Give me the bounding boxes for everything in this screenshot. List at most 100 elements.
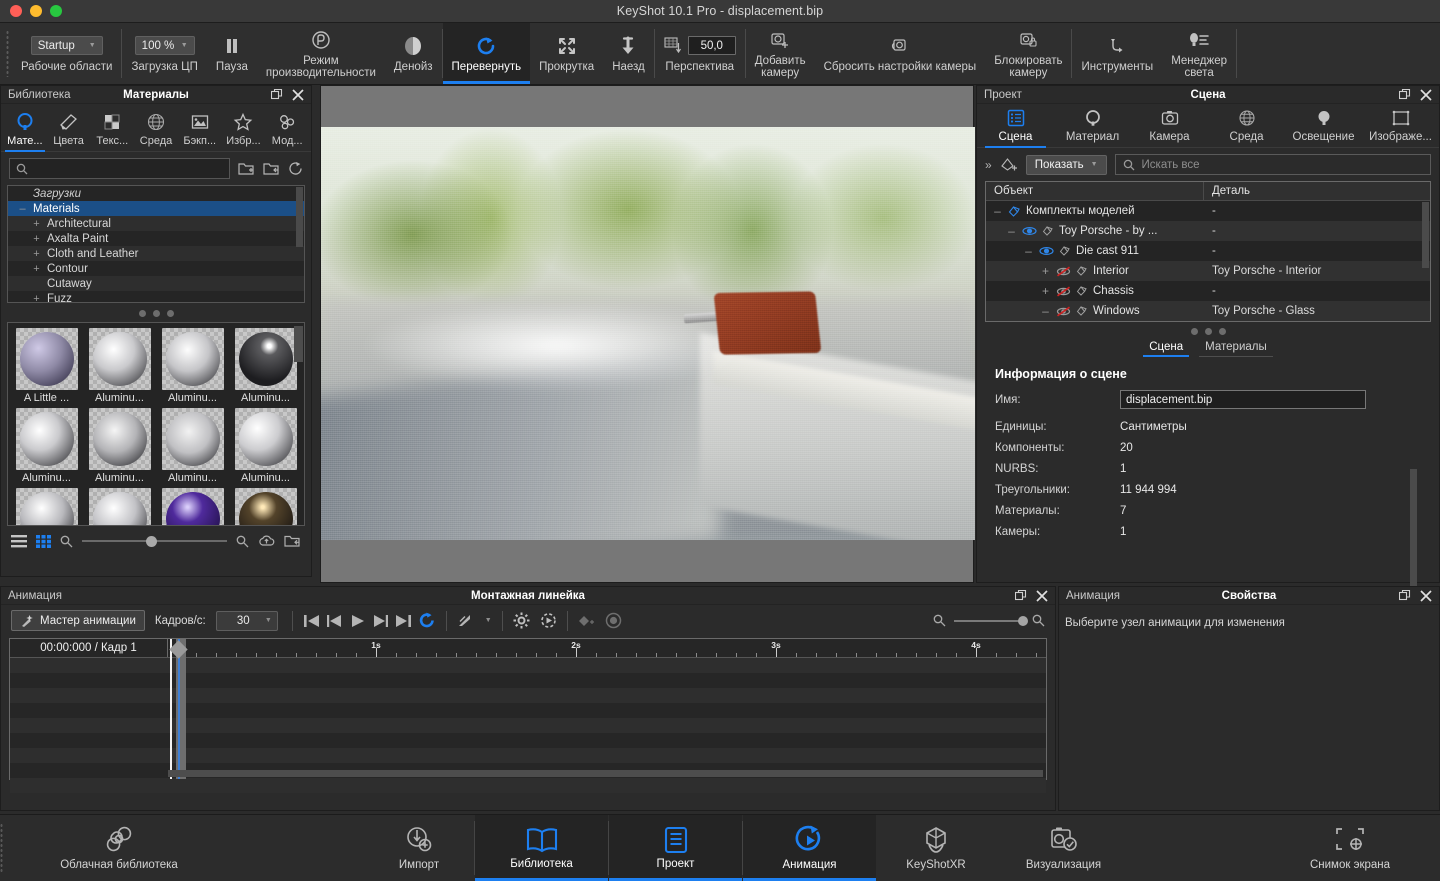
library-tab-textures[interactable]: Текс... [90, 111, 134, 151]
material-item[interactable] [10, 486, 83, 526]
properties-tab-title[interactable]: Анимация [1063, 590, 1120, 602]
slider-knob[interactable] [146, 536, 157, 547]
table-row[interactable]: + Chassis - [986, 281, 1430, 301]
library-tab-favorites[interactable]: Избр... [222, 111, 266, 151]
thumbnail-size-slider[interactable] [82, 536, 227, 546]
reset-camera-button[interactable]: Сбросить настройки камеры [815, 23, 986, 84]
timeline-ticks[interactable]: 1s2s3s4s [168, 639, 1046, 657]
tree-twisty[interactable]: + [32, 233, 41, 245]
library-tab-materials[interactable]: Мате... [3, 111, 47, 151]
undock-icon[interactable] [1015, 590, 1027, 602]
skip-end-icon[interactable] [395, 613, 412, 629]
light-manager-button[interactable]: Менеджер света [1162, 23, 1236, 84]
material-item[interactable]: Aluminu... [229, 326, 302, 406]
skip-start-icon[interactable] [303, 613, 320, 629]
animation-tab-title[interactable]: Анимация [5, 590, 62, 602]
denoise-button[interactable]: Денойз [385, 23, 442, 84]
list-view-icon[interactable] [11, 535, 27, 548]
project-tab-image[interactable]: Изображе... [1362, 108, 1439, 147]
project-tab-environment[interactable]: Среда [1208, 108, 1285, 147]
tree-twisty[interactable]: – [1023, 244, 1034, 258]
project-tab-scene[interactable]: Сцена [977, 108, 1054, 147]
show-button[interactable]: Показать ▼ [1026, 155, 1107, 175]
material-item[interactable]: Aluminu... [229, 406, 302, 486]
timeline-body[interactable]: 00:00:000 / Кадр 1 1s2s3s4s [9, 638, 1047, 780]
sub-tab-materials[interactable]: Материалы [1205, 341, 1267, 357]
library-tab-models[interactable]: Мод... [265, 111, 309, 151]
loop-icon[interactable] [418, 612, 436, 629]
tree-scrollbar[interactable] [296, 187, 303, 247]
scene-tree-table[interactable]: Объект Деталь – Комплекты моделей - – To… [985, 181, 1431, 322]
library-tab-backplates[interactable]: Бэкп... [178, 111, 222, 151]
tree-twisty[interactable]: – [1040, 304, 1051, 318]
tools-button[interactable]: Инструменты [1072, 23, 1162, 84]
dock-animation[interactable]: Анимация [743, 815, 876, 881]
dock-keyshotxr[interactable]: KeyShotXR [876, 815, 996, 881]
tree-item[interactable]: +Contour [8, 261, 304, 276]
undock-icon[interactable] [1399, 89, 1411, 101]
expand-chevron-icon[interactable]: » [985, 158, 992, 172]
project-tab-material[interactable]: Материал [1054, 108, 1131, 147]
step-forward-icon[interactable] [372, 613, 389, 629]
tree-item[interactable]: +Architectural [8, 216, 304, 231]
tree-item[interactable]: +Axalta Paint [8, 231, 304, 246]
keyframe-icon[interactable] [540, 612, 557, 629]
tree-twisty[interactable]: – [1006, 224, 1017, 238]
tree-twisty[interactable]: + [32, 293, 41, 304]
flip-button[interactable]: Перевернуть [443, 23, 531, 84]
library-panel-resize-grip[interactable] [1, 303, 311, 322]
scene-tree-scrollbar[interactable] [1422, 202, 1429, 268]
zoom-out-icon[interactable] [933, 614, 946, 627]
performance-mode-button[interactable]: Режим производительности [257, 23, 385, 84]
material-item[interactable] [83, 486, 156, 526]
timeline-horizontal-scrollbar[interactable] [168, 770, 1043, 777]
visibility-on-icon[interactable] [1022, 226, 1037, 236]
chevron-down-icon[interactable]: ▼ [485, 617, 492, 624]
library-folder-tree[interactable]: Загрузки –Materials +Architectural +Axal… [7, 185, 305, 303]
playhead-line[interactable] [178, 639, 180, 779]
refresh-library-icon[interactable] [288, 161, 303, 176]
table-row[interactable]: – Комплекты моделей - [986, 201, 1430, 221]
animation-wizard-button[interactable]: Мастер анимации [11, 610, 145, 631]
sub-tab-scene[interactable]: Сцена [1149, 341, 1183, 357]
library-search-input[interactable] [9, 158, 230, 179]
dock-import[interactable]: Импорт [364, 815, 474, 881]
table-row[interactable]: + Interior Toy Porsche - Interior [986, 261, 1430, 281]
visibility-off-icon[interactable] [1056, 266, 1071, 277]
zoom-in-icon[interactable] [1032, 614, 1045, 627]
dock-library[interactable]: Библиотека [475, 815, 608, 881]
library-tab-colors[interactable]: Цвета [47, 111, 91, 151]
fps-selector[interactable]: 30 ▼ [216, 611, 278, 631]
material-grid[interactable]: A Little ... Aluminu... Aluminu... Alumi… [7, 322, 305, 526]
timeline-zoom-slider[interactable] [954, 620, 1024, 622]
close-icon[interactable] [292, 89, 304, 101]
grid-view-icon[interactable] [36, 535, 51, 548]
tree-twisty[interactable]: + [32, 218, 41, 230]
tree-twisty[interactable]: + [32, 263, 41, 275]
add-camera-button[interactable]: Добавить камеру [746, 23, 815, 84]
open-folder-icon[interactable] [284, 534, 301, 548]
visibility-on-icon[interactable] [1039, 246, 1054, 256]
zoom-in-icon[interactable] [236, 535, 249, 548]
material-item[interactable]: Aluminu... [83, 326, 156, 406]
tree-item[interactable]: –Materials [8, 201, 304, 216]
curve-editor-icon[interactable] [457, 613, 475, 629]
tree-twisty[interactable]: + [32, 248, 41, 260]
library-tab-title[interactable]: Библиотека [5, 89, 71, 101]
material-item[interactable] [229, 486, 302, 526]
record-icon[interactable] [605, 612, 622, 629]
material-item[interactable]: Aluminu... [156, 326, 229, 406]
material-item[interactable]: Aluminu... [156, 406, 229, 486]
cpu-combo[interactable]: 100 %▼ [135, 34, 195, 58]
material-item[interactable] [156, 486, 229, 526]
lock-camera-button[interactable]: Блокировать камеру [985, 23, 1071, 84]
render-viewport[interactable] [320, 85, 974, 583]
upload-cloud-icon[interactable] [258, 534, 275, 548]
tree-twisty[interactable]: – [992, 204, 1003, 218]
project-tab-title[interactable]: Проект [981, 89, 1022, 101]
tree-item[interactable]: Cutaway [8, 276, 304, 291]
pause-button[interactable]: Пауза [207, 23, 257, 84]
toolbar-drag-handle[interactable] [6, 30, 9, 77]
undock-icon[interactable] [1399, 590, 1411, 602]
tree-twisty[interactable]: – [18, 203, 27, 215]
